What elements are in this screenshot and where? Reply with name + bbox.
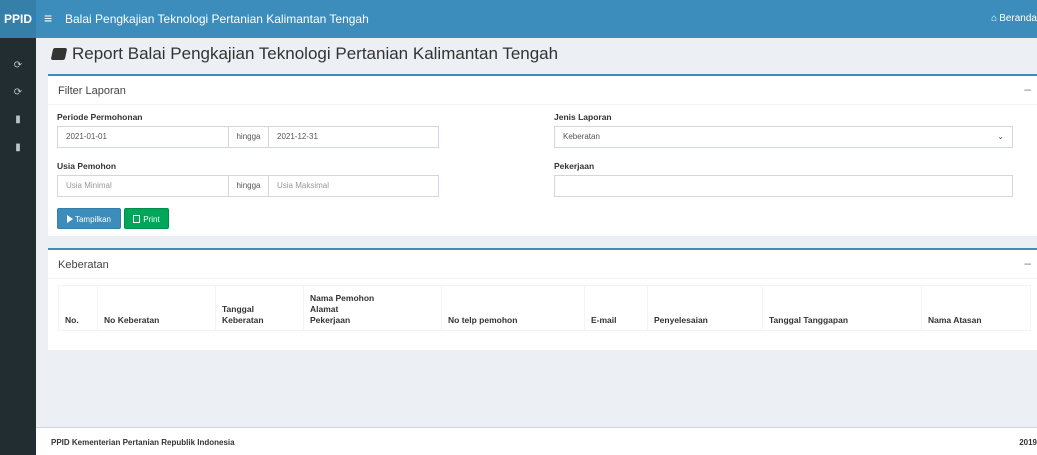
print-button[interactable]: Print — [124, 208, 169, 229]
jenis-label: Jenis Laporan — [554, 112, 612, 122]
footer: PPID Kementerian Pertanian Republik Indo… — [36, 427, 1037, 455]
col-tanggal-line1: Tanggal — [222, 304, 254, 314]
book-icon: ▮ — [15, 114, 21, 125]
col-nama-atasan: Nama Atasan — [921, 285, 1031, 331]
usia-max-input[interactable]: Usia Maksimal — [268, 175, 439, 197]
table-header-row: No. No Keberatan Tanggal Keberatan Nama … — [58, 285, 1031, 331]
rotate-icon: ⟳ — [13, 87, 23, 98]
home-icon: ⌂ — [991, 13, 998, 24]
home-label: Beranda — [999, 13, 1037, 24]
jenis-select[interactable]: Keberatan ⌄ — [554, 126, 1013, 148]
book-icon — [50, 48, 68, 60]
print-icon — [133, 215, 141, 223]
col-nama-pemohon: Nama Pemohon Alamat Pekerjaan — [303, 285, 442, 331]
box-header-divider — [48, 104, 1037, 105]
periode-to-input[interactable]: 2021-12-31 — [268, 126, 439, 148]
book-icon: ▮ — [15, 142, 21, 153]
chevron-down-icon: ⌄ — [997, 132, 1004, 141]
play-icon — [66, 215, 73, 223]
keberatan-box-title: Keberatan — [58, 259, 109, 271]
keberatan-table: No. No Keberatan Tanggal Keberatan Nama … — [58, 285, 1031, 331]
sidebar-item-3[interactable]: ▮ — [10, 112, 26, 128]
sidebar-item-4[interactable]: ▮ — [10, 140, 26, 156]
col-tanggal-line2: Keberatan — [222, 315, 264, 325]
hingga-addon: hingga — [228, 126, 269, 148]
col-penyelesaian: Penyelesaian — [647, 285, 763, 331]
minus-icon[interactable]: – — [1024, 256, 1031, 270]
top-navbar: PPID ≡ Balai Pengkajian Teknologi Pertan… — [0, 0, 1037, 38]
periode-from-input[interactable]: 2021-01-01 — [57, 126, 229, 148]
col-email: E-mail — [584, 285, 648, 331]
col-no: No. — [58, 285, 98, 331]
hingga-addon-2: hingga — [228, 175, 269, 197]
sidebar: ⟳ ⟳ ▮ ▮ — [0, 38, 36, 455]
footer-text: PPID Kementerian Pertanian Republik Indo… — [51, 438, 235, 447]
pekerjaan-label: Pekerjaan — [554, 161, 595, 171]
hamburger-icon[interactable]: ≡ — [44, 9, 52, 27]
print-label: Print — [143, 215, 160, 224]
jenis-select-value: Keberatan — [563, 132, 600, 141]
footer-year: 2019 — [1019, 438, 1037, 447]
box-header-divider — [48, 278, 1037, 279]
filter-box: Filter Laporan – — [48, 74, 1037, 236]
home-link[interactable]: ⌂ Beranda — [991, 0, 1037, 38]
col-tanggal-tanggapan: Tanggal Tanggapan — [762, 285, 922, 331]
col-no-telp: No telp pemohon — [441, 285, 585, 331]
periode-label: Periode Permohonan — [57, 112, 143, 122]
tampilkan-button[interactable]: Tampilkan — [57, 208, 121, 229]
usia-label: Usia Pemohon — [57, 161, 117, 171]
rotate-icon: ⟳ — [13, 60, 23, 71]
minus-icon[interactable]: – — [1024, 82, 1031, 96]
sidebar-item-2[interactable]: ⟳ — [10, 85, 26, 101]
col-tanggal-keberatan: Tanggal Keberatan — [215, 285, 304, 331]
sidebar-item-1[interactable]: ⟳ — [10, 58, 26, 74]
usia-min-input[interactable]: Usia Minimal — [57, 175, 229, 197]
col-no-keberatan: No Keberatan — [97, 285, 216, 331]
filter-box-title: Filter Laporan — [58, 85, 126, 97]
tampilkan-label: Tampilkan — [74, 215, 111, 224]
brand-logo[interactable]: PPID — [0, 0, 36, 38]
col-nama-line3: Pekerjaan — [310, 315, 351, 325]
col-nama-line1: Nama Pemohon — [310, 293, 375, 303]
col-nama-line2: Alamat — [310, 304, 339, 314]
pekerjaan-input[interactable] — [554, 175, 1013, 197]
page-title-text: Report Balai Pengkajian Teknologi Pertan… — [72, 44, 559, 63]
navbar-title: Balai Pengkajian Teknologi Pertanian Kal… — [65, 12, 369, 26]
page-title: Report Balai Pengkajian Teknologi Pertan… — [50, 44, 559, 64]
